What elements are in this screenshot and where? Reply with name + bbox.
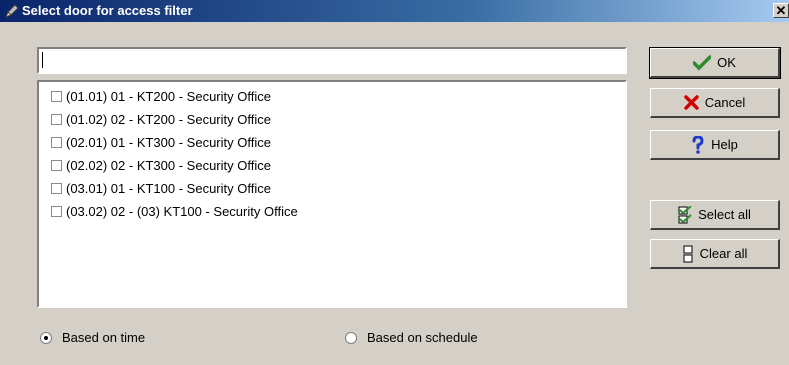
radio-label: Based on schedule: [367, 330, 478, 345]
ok-button[interactable]: OK: [649, 47, 781, 79]
close-button[interactable]: ✕: [773, 3, 789, 18]
list-item[interactable]: (03.01) 01 - KT100 - Security Office: [51, 178, 271, 198]
text-caret: [42, 52, 43, 68]
door-checkbox[interactable]: [51, 182, 62, 194]
door-label: (02.01) 01 - KT300 - Security Office: [66, 134, 271, 150]
door-checkbox[interactable]: [51, 113, 62, 125]
clear-all-icon: [682, 245, 694, 263]
list-item[interactable]: (01.02) 02 - KT200 - Security Office: [51, 109, 271, 129]
question-icon: [691, 135, 705, 154]
checkmark-icon: [693, 54, 712, 71]
radio-based-on-schedule[interactable]: Based on schedule: [345, 330, 478, 345]
list-item[interactable]: (01.01) 01 - KT200 - Security Office: [51, 86, 271, 106]
radio-dot: [44, 335, 48, 340]
list-item[interactable]: (03.02) 02 - (03) KT100 - Security Offic…: [51, 201, 298, 221]
list-item[interactable]: (02.02) 02 - KT300 - Security Office: [51, 155, 271, 175]
clear-all-label: Clear all: [699, 246, 748, 261]
pen-icon: [4, 3, 20, 19]
ok-label: OK: [717, 55, 736, 70]
cancel-label: Cancel: [704, 95, 746, 110]
title-bar: Select door for access filter ✕: [0, 0, 789, 22]
door-checkbox[interactable]: [51, 90, 62, 102]
radio-based-on-time[interactable]: Based on time: [40, 330, 145, 345]
cancel-button[interactable]: Cancel: [650, 88, 780, 118]
help-label: Help: [711, 137, 738, 152]
door-label: (01.02) 02 - KT200 - Security Office: [66, 111, 271, 127]
door-checkbox[interactable]: [51, 205, 62, 217]
door-label: (03.02) 02 - (03) KT100 - Security Offic…: [66, 203, 298, 219]
select-all-button[interactable]: Select all: [650, 200, 780, 230]
window-title: Select door for access filter: [22, 3, 193, 18]
clear-all-button[interactable]: Clear all: [650, 239, 780, 269]
radio-label: Based on time: [62, 330, 146, 345]
radio-button[interactable]: [345, 331, 357, 344]
radio-button-selected[interactable]: [40, 331, 52, 344]
door-checkbox[interactable]: [51, 159, 62, 171]
door-checkbox[interactable]: [51, 136, 62, 148]
door-label: (03.01) 01 - KT100 - Security Office: [66, 180, 271, 196]
door-label: (02.02) 02 - KT300 - Security Office: [66, 157, 271, 173]
door-label: (01.01) 01 - KT200 - Security Office: [66, 88, 271, 104]
select-all-label: Select all: [698, 207, 751, 222]
door-list[interactable]: (01.01) 01 - KT200 - Security Office (01…: [37, 80, 627, 308]
help-button[interactable]: Help: [650, 130, 780, 160]
select-all-icon: [678, 205, 692, 224]
red-x-icon: [684, 95, 699, 110]
filter-input[interactable]: [37, 47, 627, 74]
list-item[interactable]: (02.01) 01 - KT300 - Security Office: [51, 132, 271, 152]
close-icon: ✕: [775, 3, 787, 18]
